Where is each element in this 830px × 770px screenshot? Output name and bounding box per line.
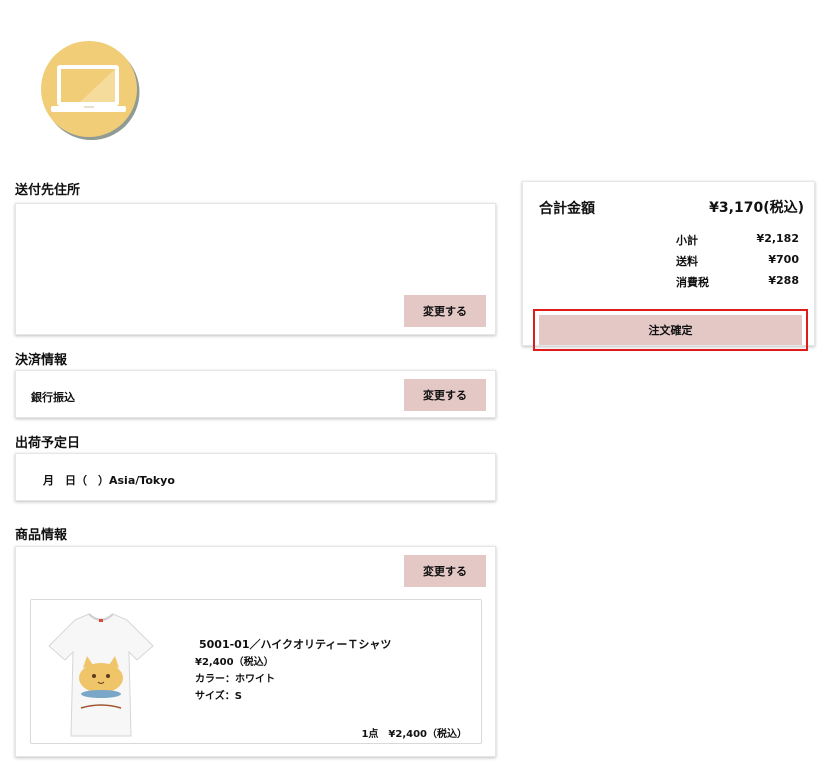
shipping-address-card: 変更する xyxy=(15,203,496,335)
total-value: ¥3,170(税込) xyxy=(709,200,804,216)
product-color: カラー：ホワイト xyxy=(195,674,275,685)
product-item: 5001-01／ハイクオリティーＴシャツ ¥2,400（税込） カラー：ホワイト… xyxy=(30,599,482,744)
product-size: サイズ：S xyxy=(195,691,242,702)
product-qty-total: 1点 ¥2,400（税込） xyxy=(361,729,467,740)
product-info-title: 商品情報 xyxy=(15,528,68,543)
tax-value: ¥288 xyxy=(768,274,799,287)
subtotal-value: ¥2,182 xyxy=(756,232,799,245)
payment-method: 銀行振込 xyxy=(31,391,75,404)
product-info-card: 変更する 5001-01／ハイクオリティーＴシャツ ¥2,400（税込） カラー… xyxy=(15,546,496,757)
ship-date-title: 出荷予定日 xyxy=(15,436,81,451)
change-payment-button[interactable]: 変更する xyxy=(404,379,486,411)
confirm-highlight: 注文確定 xyxy=(533,309,808,351)
payment-card: 銀行振込 変更する xyxy=(15,370,496,418)
ship-date-value: 月 日（ ）Asia/Tokyo xyxy=(43,474,175,487)
order-summary-card: 合計金額 ¥3,170(税込) 小計 ¥2,182 送料 ¥700 消費税 ¥2… xyxy=(522,181,815,351)
tax-label: 消費税 xyxy=(676,276,709,289)
laptop-icon xyxy=(41,41,140,140)
product-name: 5001-01／ハイクオリティーＴシャツ xyxy=(199,638,392,651)
shipping-fee-label: 送料 xyxy=(676,255,698,268)
total-label: 合計金額 xyxy=(539,201,595,217)
confirm-order-button[interactable]: 注文確定 xyxy=(539,315,802,345)
change-shipping-button[interactable]: 変更する xyxy=(404,295,486,327)
ship-date-card: 月 日（ ）Asia/Tokyo xyxy=(15,453,496,501)
payment-title: 決済情報 xyxy=(15,353,68,368)
product-price: ¥2,400（税込） xyxy=(195,657,274,668)
change-products-button[interactable]: 変更する xyxy=(404,555,486,587)
tshirt-image xyxy=(48,613,154,737)
shipping-fee-value: ¥700 xyxy=(768,253,799,266)
shipping-address-title: 送付先住所 xyxy=(15,183,81,198)
subtotal-label: 小計 xyxy=(676,234,698,247)
